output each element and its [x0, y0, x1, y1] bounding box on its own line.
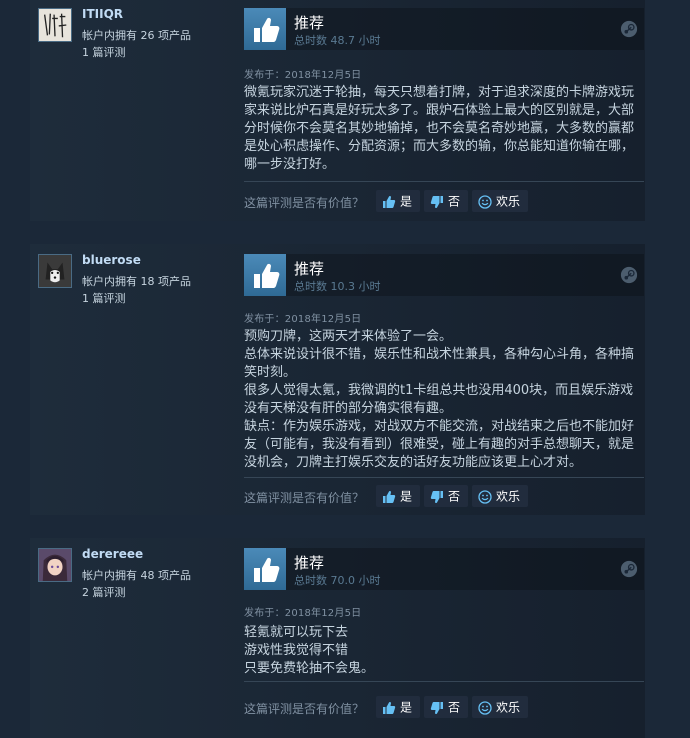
review-header[interactable]: 推荐 总时数 10.3 小时: [244, 254, 644, 296]
author-avatar[interactable]: [38, 8, 72, 42]
helpful-question: 这篇评测是否有价值？: [244, 196, 365, 210]
steam-icon: [620, 20, 638, 38]
vote-yes-button[interactable]: 是: [376, 190, 421, 212]
author-name[interactable]: derereee: [82, 547, 143, 561]
vote-funny-button[interactable]: 欢乐: [472, 696, 529, 718]
posted-date: 发布于：2018年12月5日: [244, 70, 362, 81]
smiley-icon: [478, 194, 492, 209]
vote-yes-label: 是: [400, 700, 413, 715]
vote-funny-label: 欢乐: [496, 194, 521, 209]
vote-no-label: 否: [448, 489, 461, 504]
vote-funny-button[interactable]: 欢乐: [472, 190, 529, 212]
review-content: 微氪玩家沉迷于轮抽，每天只想着打牌，对于追求深度的卡牌游戏玩 家来说比炉石真是好…: [244, 84, 644, 174]
author-products-count[interactable]: 帐户内拥有 18 项产品: [82, 273, 191, 289]
helpful-row: 这篇评测是否有价值？ 是 否 欢乐: [244, 190, 644, 212]
recommendation-title: 推荐: [294, 554, 325, 572]
vote-no-button[interactable]: 否: [424, 696, 469, 718]
vote-yes-button[interactable]: 是: [376, 485, 421, 507]
steam-icon: [620, 266, 638, 284]
review-line: 微氪玩家沉迷于轮抽，每天只想着打牌，对于追求深度的卡牌游戏玩: [244, 85, 635, 100]
author-products-count[interactable]: 帐户内拥有 48 项产品: [82, 567, 191, 583]
vote-funny-label: 欢乐: [496, 489, 521, 504]
author-name[interactable]: ITIIQR: [82, 7, 123, 21]
author-name[interactable]: bluerose: [82, 253, 141, 267]
divider: [244, 681, 644, 682]
review-line: 轻氪就可以玩下去: [244, 625, 349, 640]
vote-yes-label: 是: [400, 194, 413, 209]
smiley-icon: [478, 700, 492, 715]
author-avatar[interactable]: [38, 548, 72, 582]
author-reviews-count[interactable]: 1 篇评测: [82, 290, 126, 306]
vote-yes-label: 是: [400, 489, 413, 504]
vote-no-label: 否: [448, 194, 461, 209]
review-content: 轻氪就可以玩下去 游戏性我觉得不错 只要免费轮抽不会鬼。: [244, 624, 644, 678]
review-line: 总体来说设计很不错，娱乐性和战术性兼具，各种勾心斗角，各种搞: [244, 347, 635, 362]
review-line: 友（可能有，我没有看到）很难受，碰上有趣的对手总想聊天，就是: [244, 437, 635, 452]
posted-date: 发布于：2018年12月5日: [244, 314, 362, 325]
author-avatar[interactable]: [38, 254, 72, 288]
review-line: 分时候你不会莫名其妙地输掉，也不会莫名奇妙地赢，大多数的赢都: [244, 121, 635, 136]
author-reviews-count[interactable]: 2 篇评测: [82, 584, 126, 600]
thumbs-up-icon: [244, 548, 286, 590]
review-card: derereee 帐户内拥有 48 项产品 2 篇评测 推荐 总时数 70.0 …: [30, 538, 645, 738]
smiley-icon: [478, 489, 492, 504]
thumbs-down-icon: [430, 701, 443, 714]
review-line: 预购刀牌，这两天才来体验了一会。: [244, 329, 453, 344]
hours-played: 总时数 70.0 小时: [294, 574, 381, 587]
divider: [244, 181, 644, 182]
review-card: ITIIQR 帐户内拥有 26 项产品 1 篇评测 推荐 总时数 48.7 小时…: [30, 0, 645, 221]
author-reviews-count[interactable]: 1 篇评测: [82, 44, 126, 60]
vote-funny-label: 欢乐: [496, 700, 521, 715]
review-line: 缺点：作为娱乐游戏，对战双方不能交流，对战结束之后也不能加好: [244, 419, 635, 434]
review-line: 家来说比炉石真是好玩太多了。跟炉石体验上最大的区别就是，大部: [244, 103, 635, 118]
review-line: 没机会，刀牌主打娱乐交友的话好友功能应该更上心才对。: [244, 455, 583, 470]
review-content: 预购刀牌，这两天才来体验了一会。 总体来说设计很不错，娱乐性和战术性兼具，各种勾…: [244, 328, 644, 472]
review-line: 游戏性我觉得不错: [244, 643, 349, 658]
helpful-question: 这篇评测是否有价值？: [244, 702, 365, 716]
thumbs-down-icon: [430, 195, 443, 208]
review-line: 只要免费轮抽不会鬼。: [244, 661, 375, 676]
review-line: 笑时刻。: [244, 365, 297, 380]
thumbs-up-icon: [383, 490, 396, 503]
helpful-row: 这篇评测是否有价值？ 是 否 欢乐: [244, 485, 644, 507]
steam-icon: [620, 560, 638, 578]
divider: [244, 477, 644, 478]
vote-yes-button[interactable]: 是: [376, 696, 421, 718]
recommendation-title: 推荐: [294, 14, 325, 32]
hours-played: 总时数 48.7 小时: [294, 34, 381, 47]
thumbs-down-icon: [430, 490, 443, 503]
thumbs-up-icon: [244, 254, 286, 296]
review-header[interactable]: 推荐 总时数 48.7 小时: [244, 8, 644, 50]
helpful-question: 这篇评测是否有价值？: [244, 491, 365, 505]
posted-date: 发布于：2018年12月5日: [244, 608, 362, 619]
vote-no-button[interactable]: 否: [424, 485, 469, 507]
thumbs-up-icon: [383, 195, 396, 208]
vote-funny-button[interactable]: 欢乐: [472, 485, 529, 507]
review-card: bluerose 帐户内拥有 18 项产品 1 篇评测 推荐 总时数 10.3 …: [30, 244, 645, 515]
vote-no-label: 否: [448, 700, 461, 715]
review-line: 没有天梯没有肝的部分确实很有趣。: [244, 401, 453, 416]
thumbs-up-icon: [383, 701, 396, 714]
helpful-row: 这篇评测是否有价值？ 是 否 欢乐: [244, 696, 644, 718]
author-products-count[interactable]: 帐户内拥有 26 项产品: [82, 27, 191, 43]
review-line: 是处心积虑操作、分配资源；而大多数的输，你总能知道你输在哪，: [244, 139, 635, 154]
vote-no-button[interactable]: 否: [424, 190, 469, 212]
review-header[interactable]: 推荐 总时数 70.0 小时: [244, 548, 644, 590]
review-line: 哪一步没打好。: [244, 157, 336, 172]
thumbs-up-icon: [244, 8, 286, 50]
review-line: 很多人觉得太氪，我微调的t1卡组总共也没用400块，而且娱乐游戏: [244, 383, 634, 398]
hours-played: 总时数 10.3 小时: [294, 280, 381, 293]
recommendation-title: 推荐: [294, 260, 325, 278]
